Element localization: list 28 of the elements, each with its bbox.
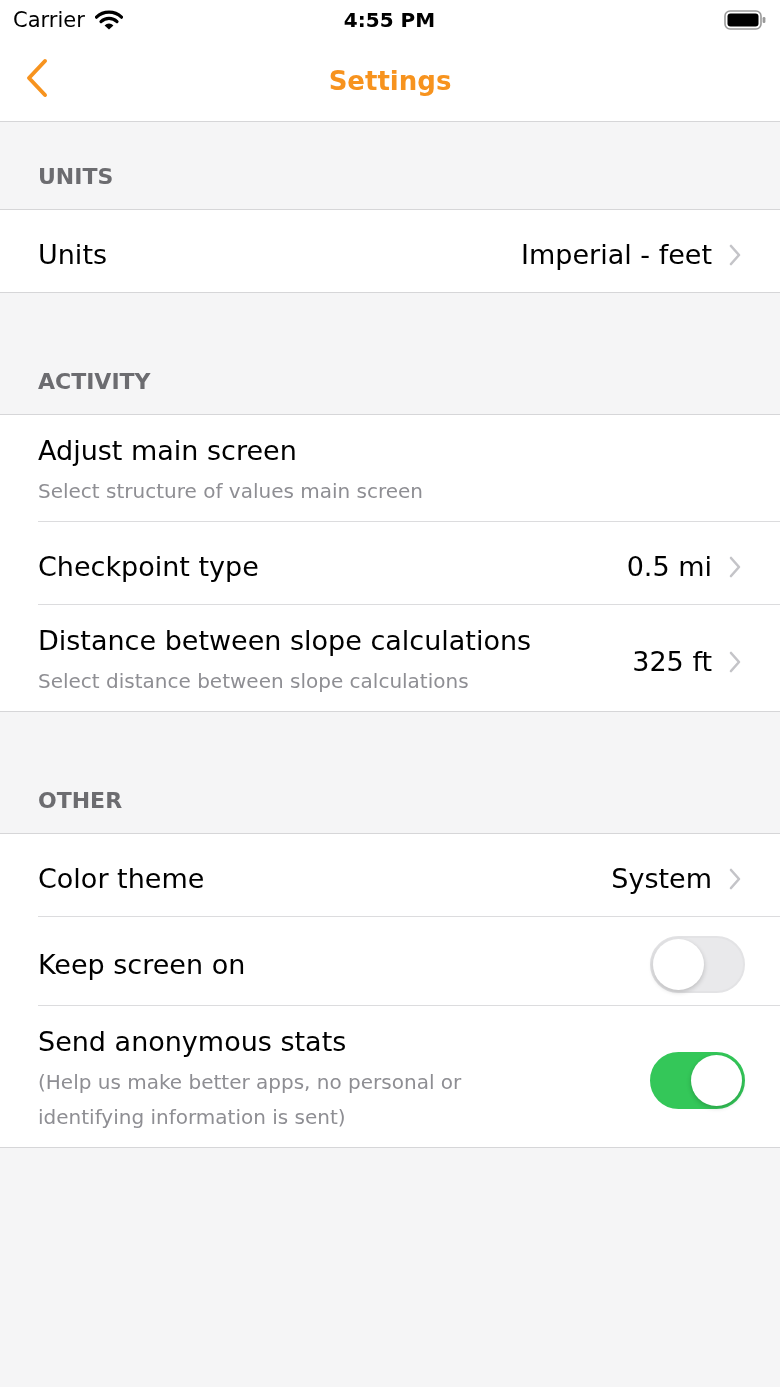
row-value: 0.5 mi (626, 549, 712, 584)
row-title: Color theme (38, 861, 205, 896)
row-title: Distance between slope calculations (38, 624, 532, 658)
carrier-name: Carrier (13, 7, 85, 33)
nav-title: Settings (328, 64, 452, 97)
row-subtitle: (Help us make better apps, no personal or identifying information is sent) (38, 1069, 463, 1131)
row-value: System (611, 861, 712, 896)
row-subtitle: Select distance between slope calculations (38, 668, 469, 695)
battery-icon (724, 10, 766, 30)
chevron-left-icon (25, 58, 49, 98)
section-header: ACTIVITY (38, 368, 152, 396)
section-header: UNITS (38, 163, 115, 191)
row-value: 325 ft (632, 644, 712, 679)
row-title: Adjust main screen (38, 434, 297, 468)
row-subtitle: Select structure of values main screen (38, 478, 424, 505)
section-header: OTHER (38, 787, 124, 815)
row-title: Send anonymous stats (38, 1025, 347, 1059)
clock-time: 4:55 PM (343, 7, 436, 33)
row-title: Units (38, 237, 108, 272)
row-title: Checkpoint type (38, 549, 259, 584)
wifi-icon (94, 10, 123, 30)
chevron-right-icon (728, 866, 742, 891)
row-title: Keep screen on (38, 947, 246, 982)
chevron-right-icon (728, 242, 742, 267)
row-value: Imperial - feet (521, 237, 712, 272)
chevron-right-icon (728, 554, 742, 579)
chevron-right-icon (728, 649, 742, 674)
toggle-switch[interactable] (650, 1051, 745, 1109)
